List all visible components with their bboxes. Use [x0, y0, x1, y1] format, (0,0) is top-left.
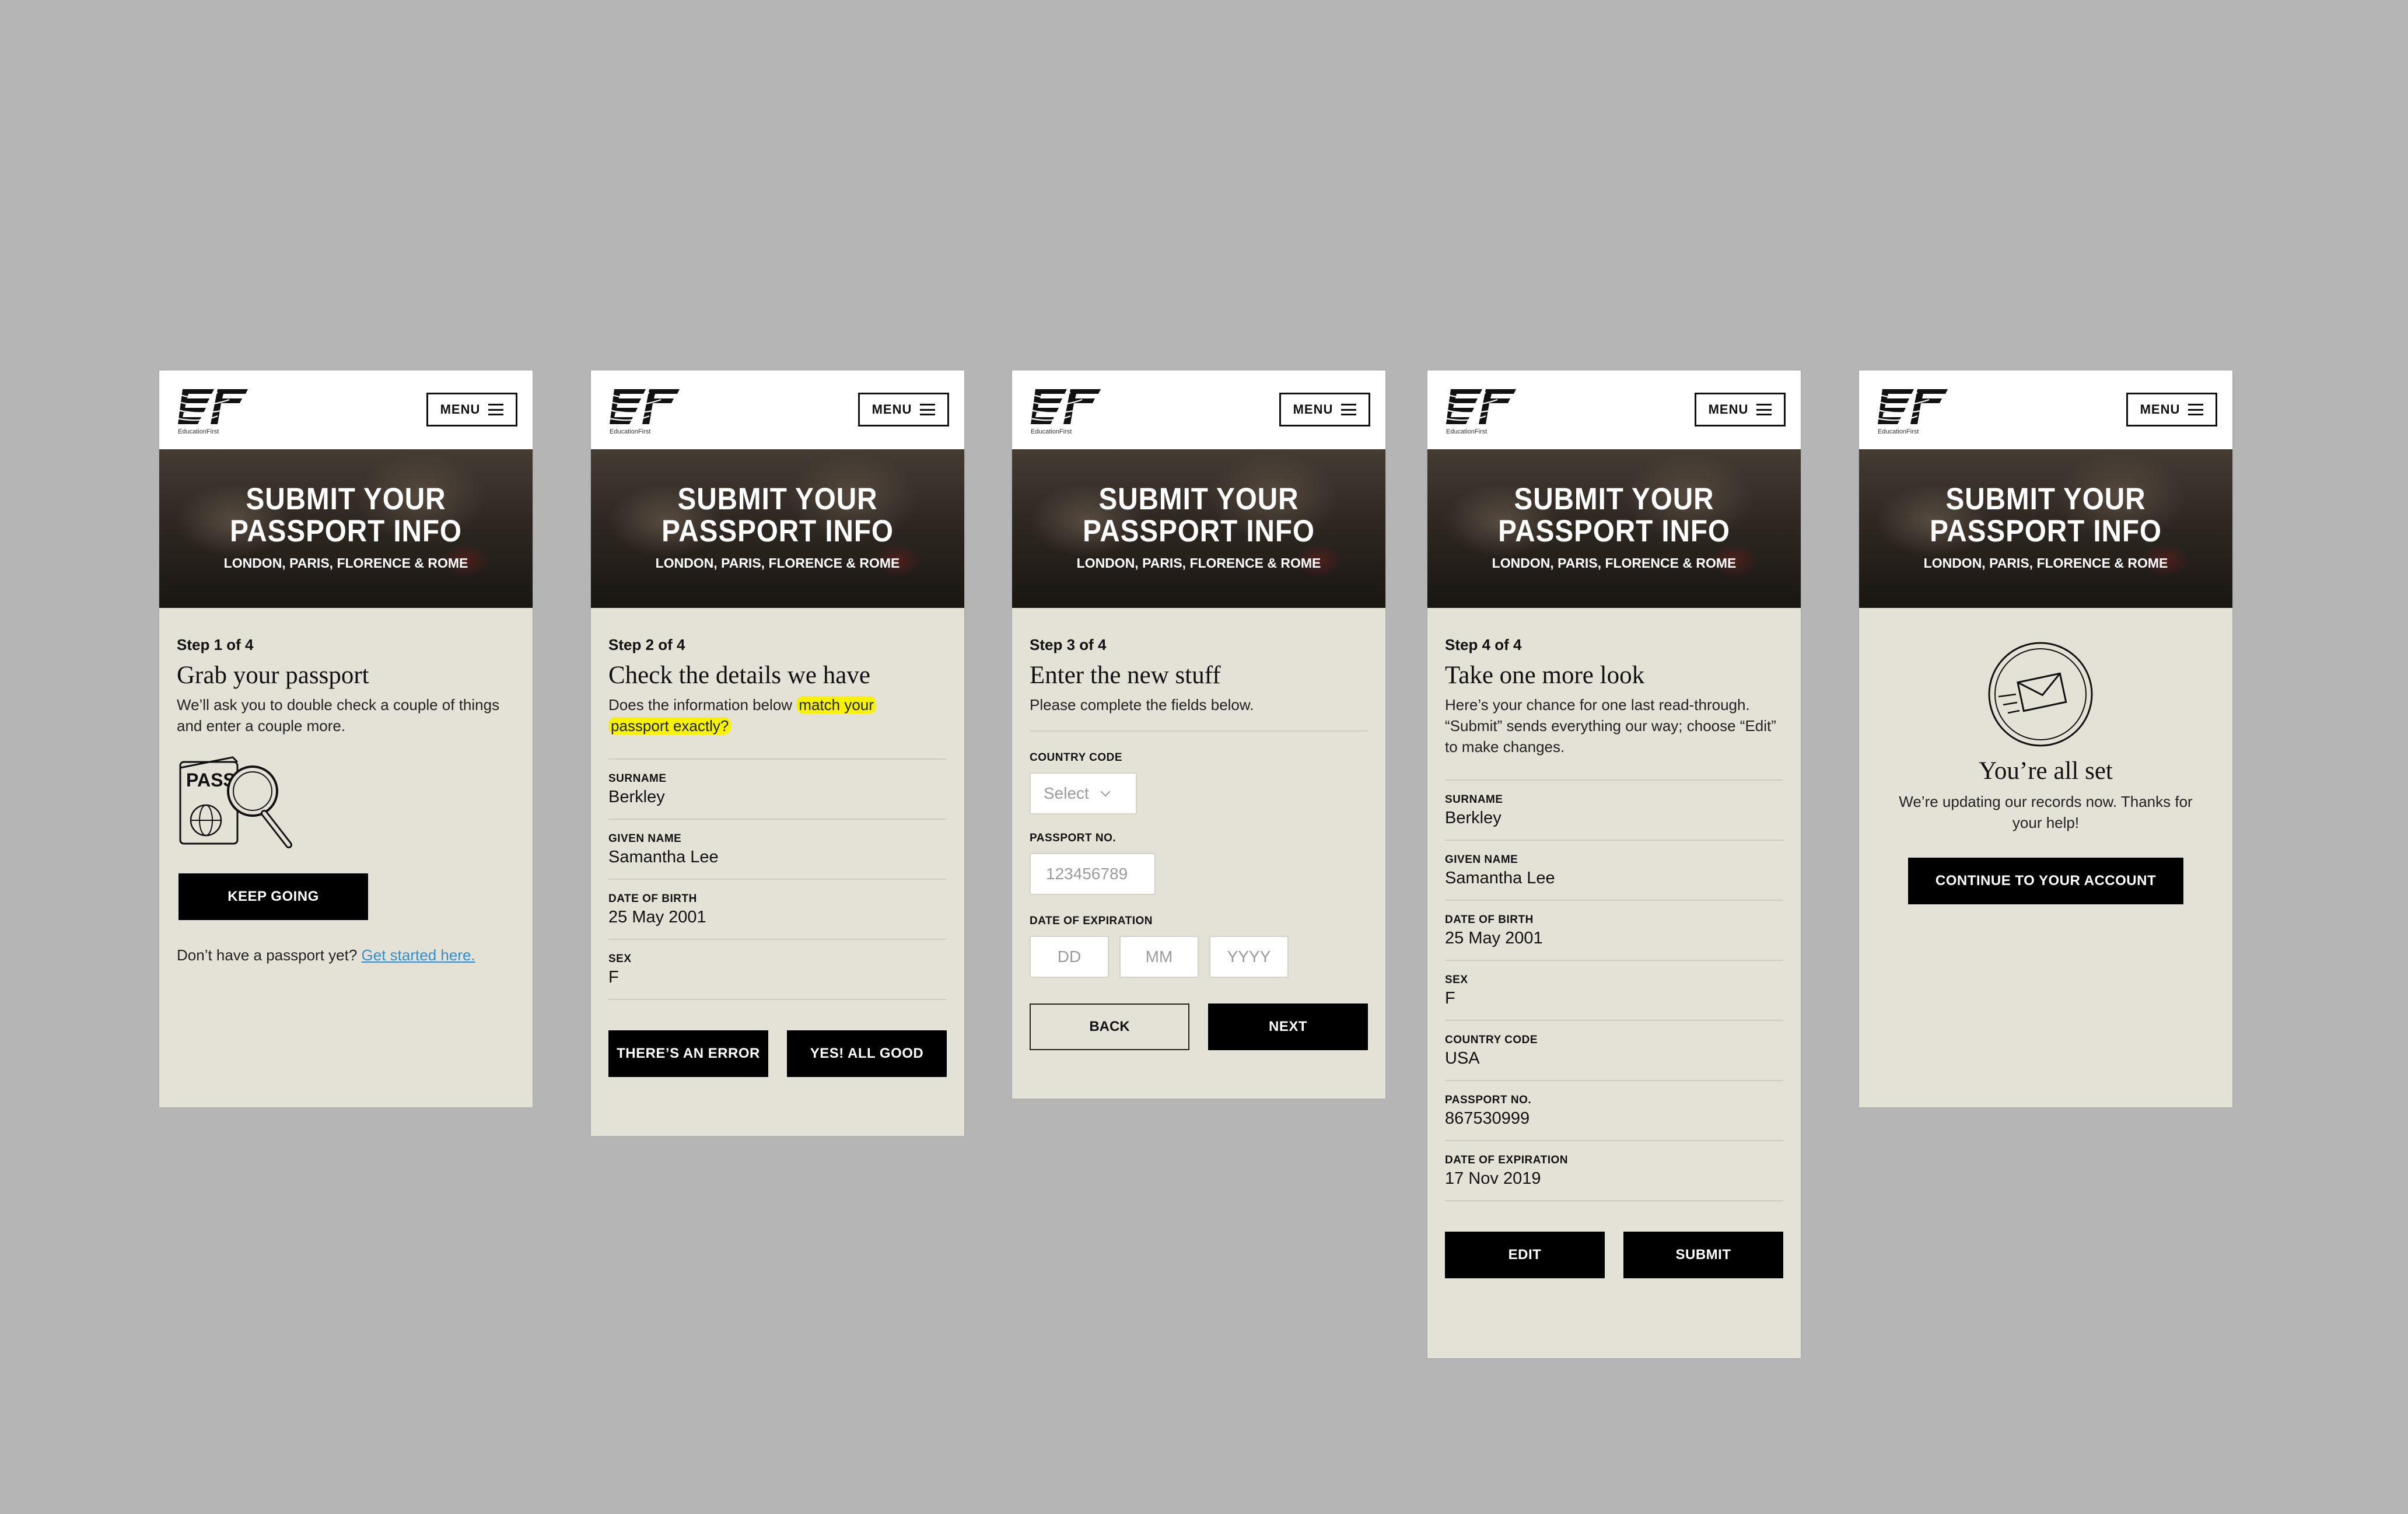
hero-subtitle: LONDON, PARIS, FLORENCE & ROME: [1076, 555, 1321, 571]
page-heading: Take one more look: [1445, 662, 1645, 689]
hamburger-icon: [488, 404, 504, 415]
expiry-month-input[interactable]: MM: [1119, 936, 1199, 978]
continue-to-account-button[interactable]: CONTINUE TO YOUR ACCOUNT: [1908, 858, 2183, 904]
page-heading: Enter the new stuff: [1030, 662, 1221, 689]
field-date-of-birth: DATE OF BIRTH 25 May 2001: [1445, 901, 1783, 961]
country-code-label: COUNTRY CODE: [1030, 751, 1123, 764]
ef-logo[interactable]: [177, 383, 250, 437]
menu-label: MENU: [2140, 402, 2180, 417]
top-bar: MENU: [1859, 370, 2232, 449]
back-button[interactable]: BACK: [1030, 1003, 1189, 1050]
top-bar: MENU: [591, 370, 964, 449]
step-indicator: Step 3 of 4: [1030, 636, 1107, 653]
hero-banner: SUBMIT YOUR PASSPORT INFO LONDON, PARIS, …: [1859, 449, 2232, 608]
menu-button[interactable]: MENU: [2126, 393, 2217, 426]
chevron-down-icon: [1100, 786, 1111, 797]
description: Please complete the fields below.: [1030, 696, 1254, 714]
envelope-seal-icon: [1988, 642, 2093, 747]
menu-label: MENU: [1708, 402, 1749, 417]
hero-subtitle: LONDON, PARIS, FLORENCE & ROME: [1492, 555, 1737, 571]
ef-logo[interactable]: [1877, 383, 1950, 437]
screen-step-1: MENU SUBMIT YOUR PASSPORT INFO LONDON, PA…: [159, 370, 533, 1107]
menu-button[interactable]: MENU: [858, 393, 949, 426]
hero-banner: SUBMIT YOUR PASSPORT INFO LONDON, PARIS, …: [591, 449, 964, 608]
menu-label: MENU: [1293, 402, 1334, 417]
country-code-select[interactable]: Select: [1030, 772, 1137, 814]
menu-label: MENU: [440, 402, 481, 417]
ef-logo[interactable]: [1445, 383, 1518, 437]
hero-title: SUBMIT YOUR PASSPORT INFO: [1930, 482, 2162, 548]
footer-text: Don’t have a passport yet? Get started h…: [177, 946, 475, 964]
field-date-of-birth: DATE OF BIRTH 25 May 2001: [608, 880, 947, 940]
all-good-button[interactable]: YES! ALL GOOD: [787, 1030, 947, 1077]
hero-subtitle: LONDON, PARIS, FLORENCE & ROME: [1923, 555, 2168, 571]
step-indicator: Step 4 of 4: [1445, 636, 1522, 653]
field-country-code: COUNTRY CODE USA: [1445, 1021, 1783, 1081]
screen-step-3: MENU SUBMIT YOUR PASSPORT INFO LONDON, PA…: [1012, 370, 1385, 1099]
hero-subtitle: LONDON, PARIS, FLORENCE & ROME: [223, 555, 468, 571]
error-button[interactable]: THERE’S AN ERROR: [608, 1030, 768, 1077]
ef-logo[interactable]: [1030, 383, 1102, 437]
field-surname: SURNAME Berkley: [1445, 781, 1783, 841]
field-passport-no: PASSPORT NO. 867530999: [1445, 1081, 1783, 1141]
screen-confirmation: MENU SUBMIT YOUR PASSPORT INFO LONDON, PA…: [1859, 370, 2232, 1107]
page-heading: You’re all set: [1979, 757, 2113, 785]
menu-button[interactable]: MENU: [426, 393, 517, 426]
step-indicator: Step 2 of 4: [608, 636, 685, 653]
menu-button[interactable]: MENU: [1279, 393, 1370, 426]
keep-going-button[interactable]: KEEP GOING: [178, 873, 368, 920]
screen-step-4: MENU SUBMIT YOUR PASSPORT INFO LONDON, PA…: [1427, 370, 1801, 1358]
field-sex: SEX F: [608, 940, 947, 1000]
get-started-link[interactable]: Get started here.: [362, 946, 475, 964]
description: Here’s your chance for one last read-thr…: [1445, 696, 1776, 756]
edit-button[interactable]: EDIT: [1445, 1232, 1605, 1278]
passport-magnifier-icon: PASS: [179, 756, 292, 848]
hero-title: SUBMIT YOUR PASSPORT INFO: [1498, 482, 1730, 548]
expiry-year-input[interactable]: YYYY: [1209, 936, 1289, 978]
hamburger-icon: [920, 404, 936, 415]
next-button[interactable]: NEXT: [1208, 1003, 1368, 1050]
field-given-name: GIVEN NAME Samantha Lee: [1445, 841, 1783, 901]
field-sex: SEX F: [1445, 961, 1783, 1021]
submit-button[interactable]: SUBMIT: [1623, 1232, 1783, 1278]
menu-button[interactable]: MENU: [1695, 393, 1786, 426]
hero-subtitle: LONDON, PARIS, FLORENCE & ROME: [655, 555, 900, 571]
highlighted-text: match your: [796, 696, 876, 714]
hero-banner: SUBMIT YOUR PASSPORT INFO LONDON, PARIS, …: [1012, 449, 1385, 608]
hamburger-icon: [1756, 404, 1772, 415]
hero-title: SUBMIT YOUR PASSPORT INFO: [662, 482, 894, 548]
hero-banner: SUBMIT YOUR PASSPORT INFO LONDON, PARIS, …: [159, 449, 533, 608]
expiry-day-input[interactable]: DD: [1030, 936, 1109, 978]
top-bar: MENU: [1012, 370, 1385, 449]
top-bar: MENU: [159, 370, 533, 449]
field-date-of-expiration: DATE OF EXPIRATION 17 Nov 2019: [1445, 1141, 1783, 1201]
highlighted-text: passport exactly?: [608, 717, 732, 735]
field-surname: SURNAME Berkley: [608, 760, 947, 820]
screen-step-2: MENU SUBMIT YOUR PASSPORT INFO LONDON, PA…: [591, 370, 964, 1136]
expiration-label: DATE OF EXPIRATION: [1030, 915, 1153, 927]
ef-logo[interactable]: [608, 383, 681, 437]
hamburger-icon: [2188, 404, 2204, 415]
hamburger-icon: [1341, 404, 1357, 415]
top-bar: MENU: [1427, 370, 1801, 449]
passport-no-label: PASSPORT NO.: [1030, 832, 1116, 844]
hero-title: SUBMIT YOUR PASSPORT INFO: [230, 482, 462, 548]
menu-label: MENU: [872, 402, 912, 417]
hero-title: SUBMIT YOUR PASSPORT INFO: [1083, 482, 1315, 548]
field-given-name: GIVEN NAME Samantha Lee: [608, 820, 947, 880]
hero-banner: SUBMIT YOUR PASSPORT INFO LONDON, PARIS, …: [1427, 449, 1801, 608]
page-heading: Grab your passport: [177, 662, 369, 689]
page-heading: Check the details we have: [608, 662, 870, 689]
description: We’ll ask you to double check a couple o…: [177, 696, 500, 735]
step-indicator: Step 1 of 4: [177, 636, 254, 653]
description: Does the information below match your pa…: [608, 694, 935, 736]
description: We’re updating our records now. Thanks f…: [1899, 793, 2193, 831]
passport-no-input[interactable]: 123456789: [1030, 853, 1156, 895]
